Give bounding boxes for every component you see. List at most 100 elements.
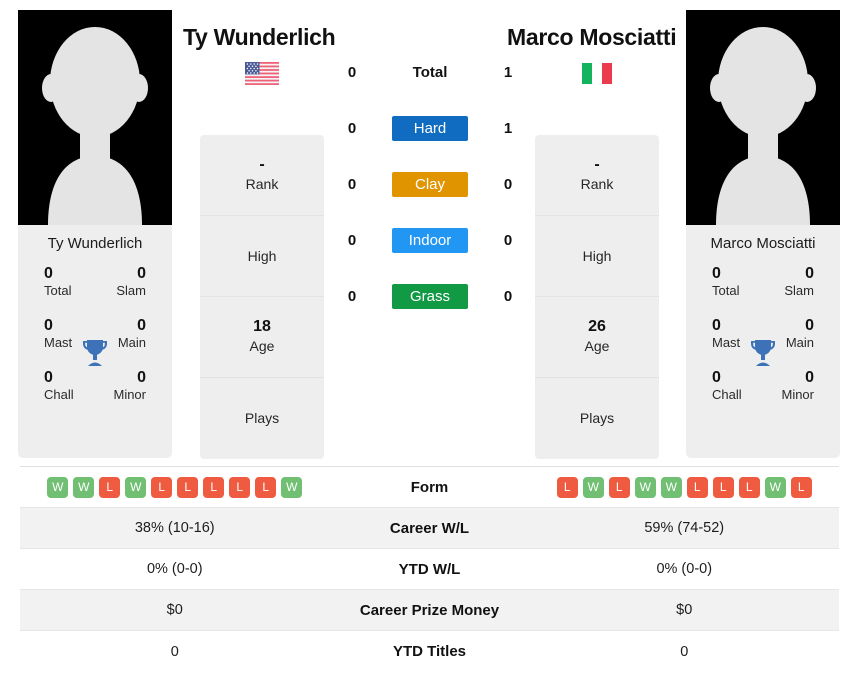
- info-plays-right: Plays: [535, 378, 659, 459]
- surface-label-wrap: Total: [374, 64, 486, 81]
- table-row: 0 YTD Titles 0: [20, 631, 839, 672]
- stat-total-right: 0 Total: [698, 264, 763, 300]
- info-rank-left: - Rank: [200, 135, 324, 216]
- stat-mast-right-value: 0: [712, 317, 721, 335]
- comparison-stats-table: W W L W L L L L L W Form L W L W W L L L W L 38% (10-16) Caree…: [20, 466, 839, 672]
- stat-value-right: LWLWWLLLWL: [530, 476, 840, 498]
- stat-total-right-label: Total: [712, 283, 740, 299]
- info-column-right: - Rank High 26 Age Plays: [535, 135, 659, 459]
- form-badge[interactable]: L: [203, 476, 225, 498]
- info-plays-left: Plays: [200, 378, 324, 459]
- avatar-right: [686, 10, 840, 225]
- surface-score-left: 0: [347, 287, 357, 305]
- player-comparison-page: Ty Wunderlich Marco Mosciatti Ty Wunderl…: [0, 0, 859, 681]
- form-badge[interactable]: L: [608, 476, 630, 498]
- form-badge[interactable]: L: [99, 476, 121, 498]
- stat-main-left-value: 0: [137, 317, 146, 335]
- info-age-left-value: 18: [253, 318, 271, 336]
- comparison-header: Ty Wunderlich Marco Mosciatti Ty Wunderl…: [0, 0, 859, 465]
- surface-row-hard: 0 Hard 1: [330, 114, 530, 142]
- surface-label-wrap: Grass: [374, 283, 486, 309]
- form-badge[interactable]: W: [73, 476, 95, 498]
- form-badge[interactable]: W: [47, 476, 69, 498]
- form-badge[interactable]: L: [790, 476, 812, 498]
- stat-row-label: Career W/L: [389, 519, 470, 537]
- stat-value-right: 59% (74-52): [644, 520, 725, 536]
- stat-slam-right-label: Slam: [784, 283, 814, 299]
- table-row: W W L W L L L L L W Form L W L W W L L L W L: [20, 467, 839, 508]
- stat-row-label: Career Prize Money: [359, 601, 500, 619]
- stat-slam-left-label: Slam: [116, 283, 146, 299]
- form-badge[interactable]: W: [125, 476, 147, 498]
- info-rank-left-value: -: [259, 156, 265, 174]
- form-badge[interactable]: W: [281, 476, 303, 498]
- stat-main-right-value: 0: [805, 317, 814, 335]
- us-flag-icon: [242, 60, 282, 86]
- form-badge[interactable]: W: [764, 476, 786, 498]
- surface-score-right: 0: [503, 287, 513, 305]
- info-age-right-label: Age: [584, 338, 610, 355]
- form-badge[interactable]: L: [556, 476, 578, 498]
- form-badge[interactable]: L: [229, 476, 251, 498]
- stat-slam-left-value: 0: [137, 265, 146, 282]
- stat-total-right-value: 0: [712, 265, 721, 282]
- stat-value-right: 0% (0-0): [656, 561, 713, 577]
- surface-score-right: 0: [503, 175, 513, 193]
- info-plays-right-label: Plays: [579, 410, 615, 427]
- surface-row-indoor: 0 Indoor 0: [330, 226, 530, 254]
- form-badge[interactable]: L: [177, 476, 199, 498]
- surface-row-clay: 0 Clay 0: [330, 170, 530, 198]
- stat-chall-left: 0 Chall: [30, 368, 95, 404]
- stat-slam-right: 0 Slam: [763, 264, 828, 300]
- stat-value-left: 0% (0-0): [146, 561, 203, 577]
- form-strip-left: WWLWLLLLLW: [47, 476, 303, 498]
- surface-label-wrap: Indoor: [374, 227, 486, 253]
- trophy-icon: [748, 337, 778, 369]
- info-rank-right: - Rank: [535, 135, 659, 216]
- stat-value-left: 38% (10-16): [134, 520, 215, 536]
- surface-score-left: 0: [347, 231, 357, 249]
- surface-label-total: Total: [412, 63, 448, 81]
- stat-minor-left-label: Minor: [113, 387, 146, 403]
- info-column-left: - Rank High 18 Age Plays: [200, 135, 324, 459]
- surface-row-total: 0 Total 1: [330, 58, 530, 86]
- stat-total-left: 0 Total: [30, 264, 95, 300]
- form-badge[interactable]: L: [738, 476, 760, 498]
- stat-chall-left-value: 0: [44, 369, 53, 387]
- form-badge[interactable]: L: [712, 476, 734, 498]
- form-strip-right: LWLWWLLLWL: [556, 476, 812, 498]
- titles-grid-right: 0 Total 0 Slam 0 Mast 0 Main 0 Chall 0 M…: [686, 264, 840, 404]
- info-plays-left-label: Plays: [244, 410, 280, 427]
- trophy-icon: [80, 337, 110, 369]
- stat-minor-left-value: 0: [137, 369, 146, 387]
- stat-value-right: $0: [676, 602, 693, 618]
- stat-minor-left: 0 Minor: [95, 368, 160, 404]
- stat-chall-right-label: Chall: [712, 387, 742, 403]
- stat-value-left: $0: [166, 602, 183, 618]
- info-high-right: High: [535, 216, 659, 297]
- stat-chall-right-value: 0: [712, 369, 721, 387]
- stat-minor-right: 0 Minor: [763, 368, 828, 404]
- surface-label-wrap: Hard: [374, 115, 486, 141]
- form-badge[interactable]: W: [582, 476, 604, 498]
- form-badge[interactable]: L: [686, 476, 708, 498]
- info-age-left-label: Age: [249, 338, 275, 355]
- table-row: 38% (10-16) Career W/L 59% (74-52): [20, 508, 839, 549]
- form-badge[interactable]: W: [660, 476, 682, 498]
- form-badge[interactable]: L: [151, 476, 173, 498]
- surface-row-grass: 0 Grass 0: [330, 282, 530, 310]
- info-age-left: 18 Age: [200, 297, 324, 378]
- surface-breakdown: 0 Total 1 0 Hard 1 0 Clay 0 0 Indoor 0 0 Grass 0: [330, 58, 530, 310]
- player-summary-right: Marco Mosciatti 0 Total 0 Slam 0 Mast 0 …: [686, 225, 840, 458]
- form-badge[interactable]: L: [255, 476, 277, 498]
- stat-total-left-value: 0: [44, 265, 53, 282]
- surface-score-right: 0: [503, 231, 513, 249]
- stat-total-left-label: Total: [44, 283, 72, 299]
- surface-badge-clay: Clay: [392, 171, 468, 197]
- stat-value-left: WWLWLLLLLW: [20, 476, 330, 498]
- stat-row-label: Form: [410, 478, 449, 496]
- player-name-right-heading: Marco Mosciatti: [507, 24, 677, 50]
- info-rank-left-label: Rank: [245, 176, 279, 193]
- form-badge[interactable]: W: [634, 476, 656, 498]
- player-name-left-heading: Ty Wunderlich: [183, 24, 336, 50]
